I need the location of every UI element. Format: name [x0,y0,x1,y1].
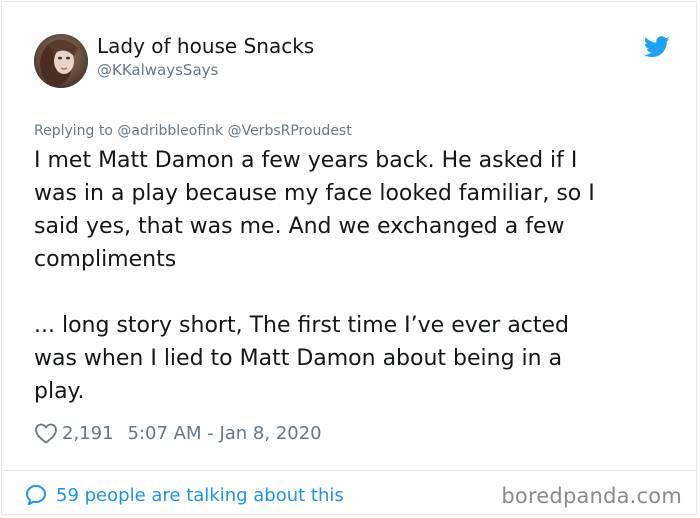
like-count[interactable]: 2,191 [62,423,114,444]
speech-bubble-icon [24,483,48,507]
heart-icon[interactable] [34,422,58,444]
tweet-paragraph: ... long story short, The first time I’v… [34,313,570,404]
tweet-meta: 2,191 5:07 AM - Jan 8, 2020 [34,420,322,446]
display-name[interactable]: Lady of house Snacks [97,34,314,58]
watermark: boredpanda.com [501,484,682,508]
tweet-timestamp[interactable]: 5:07 AM - Jan 8, 2020 [128,423,322,444]
avatar-photo [34,34,88,88]
tweet-text: I met Matt Damon a few years back. He as… [34,144,674,408]
conversation-text: 59 people are talking about this [56,484,344,506]
user-handle[interactable]: @KKalwaysSays [97,60,218,80]
reply-context[interactable]: Replying to @adribbleofink @VerbsRProude… [34,122,352,140]
conversation-link[interactable]: 59 people are talking about this [24,483,344,507]
divider [2,470,696,471]
tweet-paragraph: I met Matt Damon a few years back. He as… [34,148,595,272]
tweet-card: Lady of house Snacks @KKalwaysSays Reply… [1,1,697,515]
twitter-bird-icon[interactable] [643,36,670,58]
avatar[interactable] [34,34,88,88]
